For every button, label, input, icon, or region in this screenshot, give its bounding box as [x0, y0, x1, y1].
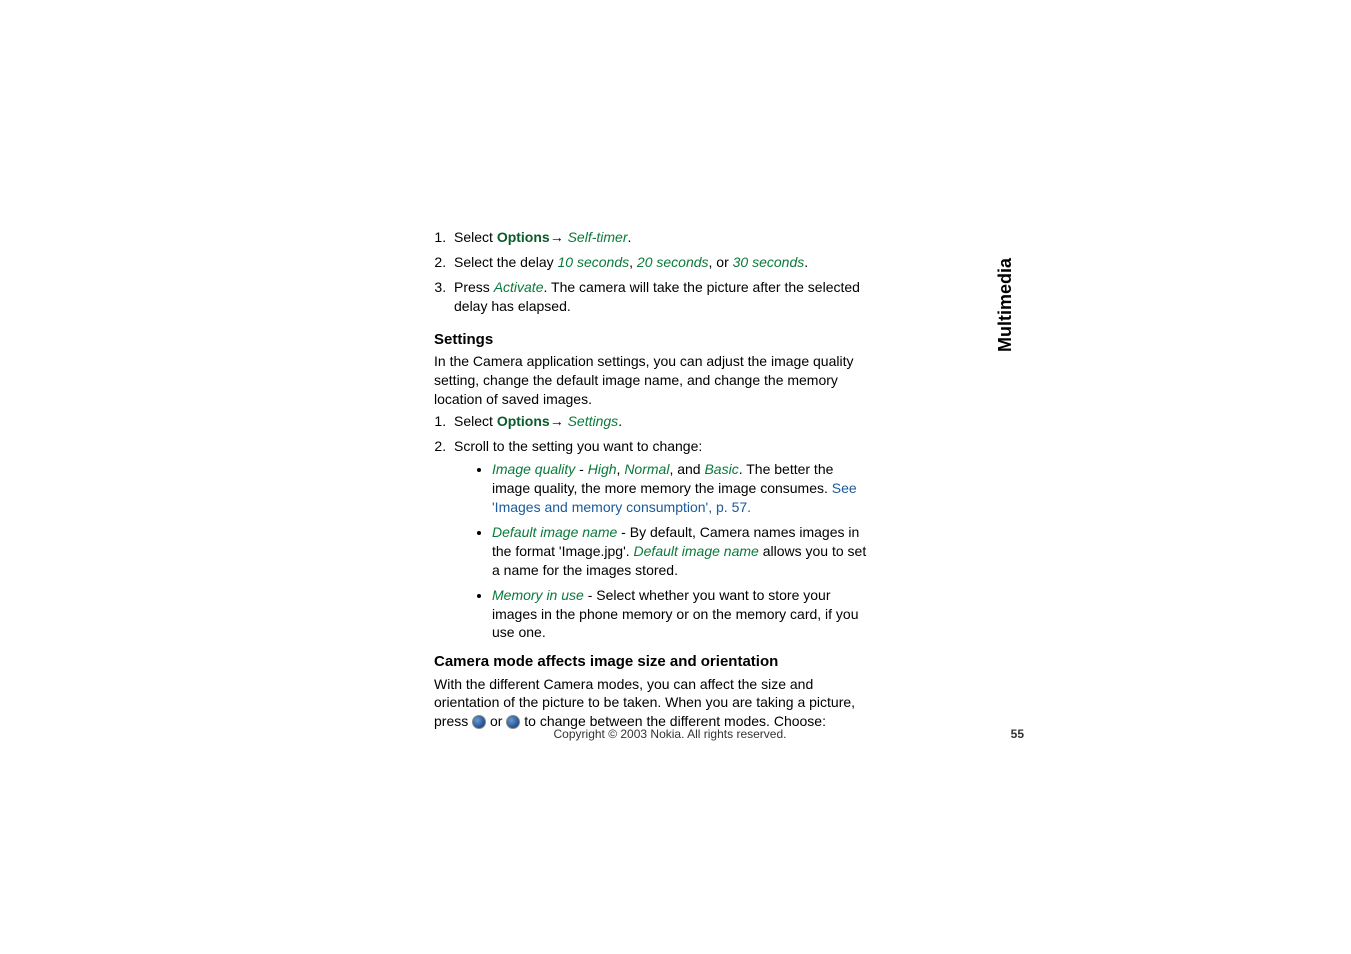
self-timer-option: Self-timer	[564, 229, 628, 245]
delay-10s: 10 seconds	[558, 254, 630, 270]
quality-high: High	[588, 461, 617, 477]
image-quality-label: Image quality	[492, 461, 575, 477]
text: Select the delay	[454, 254, 558, 270]
delay-20s: 20 seconds	[637, 254, 709, 270]
comma-and: , and	[669, 461, 704, 477]
default-image-name-label: Default image name	[492, 524, 617, 540]
quality-normal: Normal	[624, 461, 669, 477]
dash: -	[575, 461, 587, 477]
main-content: Select Options→ Self-timer. Select the d…	[434, 228, 874, 735]
step-2: Select the delay 10 seconds, 20 seconds,…	[450, 253, 874, 272]
text: Scroll to the setting you want to change…	[454, 438, 702, 454]
default-image-name-bullet: Default image name - By default, Camera …	[492, 523, 874, 580]
camera-mode-text: With the different Camera modes, you can…	[434, 675, 874, 732]
activate-option: Activate	[494, 279, 544, 295]
settings-heading: Settings	[434, 330, 874, 350]
page-number: 55	[1011, 727, 1024, 741]
options-keyword: Options	[497, 229, 550, 245]
camera-mode-heading: Camera mode affects image size and orien…	[434, 652, 874, 672]
settings-option: Settings	[564, 413, 618, 429]
default-image-name-label-2: Default image name	[634, 543, 759, 559]
page-container: Multimedia Select Options→ Self-timer. S…	[0, 0, 1351, 954]
comma: ,	[629, 254, 637, 270]
memory-in-use-label: Memory in use	[492, 587, 584, 603]
step-3: Press Activate. The camera will take the…	[450, 278, 874, 316]
period: .	[804, 254, 808, 270]
copyright-text: Copyright © 2003 Nokia. All rights reser…	[434, 727, 906, 741]
memory-in-use-bullet: Memory in use - Select whether you want …	[492, 586, 874, 643]
arrow: →	[550, 229, 564, 245]
period: .	[628, 229, 632, 245]
page-footer: Copyright © 2003 Nokia. All rights reser…	[434, 727, 1024, 741]
image-quality-bullet: Image quality - High, Normal, and Basic.…	[492, 460, 874, 517]
arrow: →	[550, 413, 564, 429]
quality-basic: Basic	[704, 461, 738, 477]
settings-step-1: Select Options→ Settings.	[450, 412, 874, 431]
section-label-multimedia: Multimedia	[995, 258, 1016, 352]
comma-or: , or	[709, 254, 733, 270]
text: Select	[454, 229, 497, 245]
settings-options-list: Image quality - High, Normal, and Basic.…	[454, 460, 874, 642]
delay-30s: 30 seconds	[733, 254, 805, 270]
period: .	[618, 413, 622, 429]
settings-step-2: Scroll to the setting you want to change…	[450, 437, 874, 642]
text: Select	[454, 413, 497, 429]
options-keyword: Options	[497, 413, 550, 429]
text: Press	[454, 279, 494, 295]
step-1: Select Options→ Self-timer.	[450, 228, 874, 247]
self-timer-steps: Select Options→ Self-timer. Select the d…	[434, 228, 874, 316]
settings-intro: In the Camera application settings, you …	[434, 352, 874, 409]
settings-steps: Select Options→ Settings. Scroll to the …	[434, 412, 874, 642]
